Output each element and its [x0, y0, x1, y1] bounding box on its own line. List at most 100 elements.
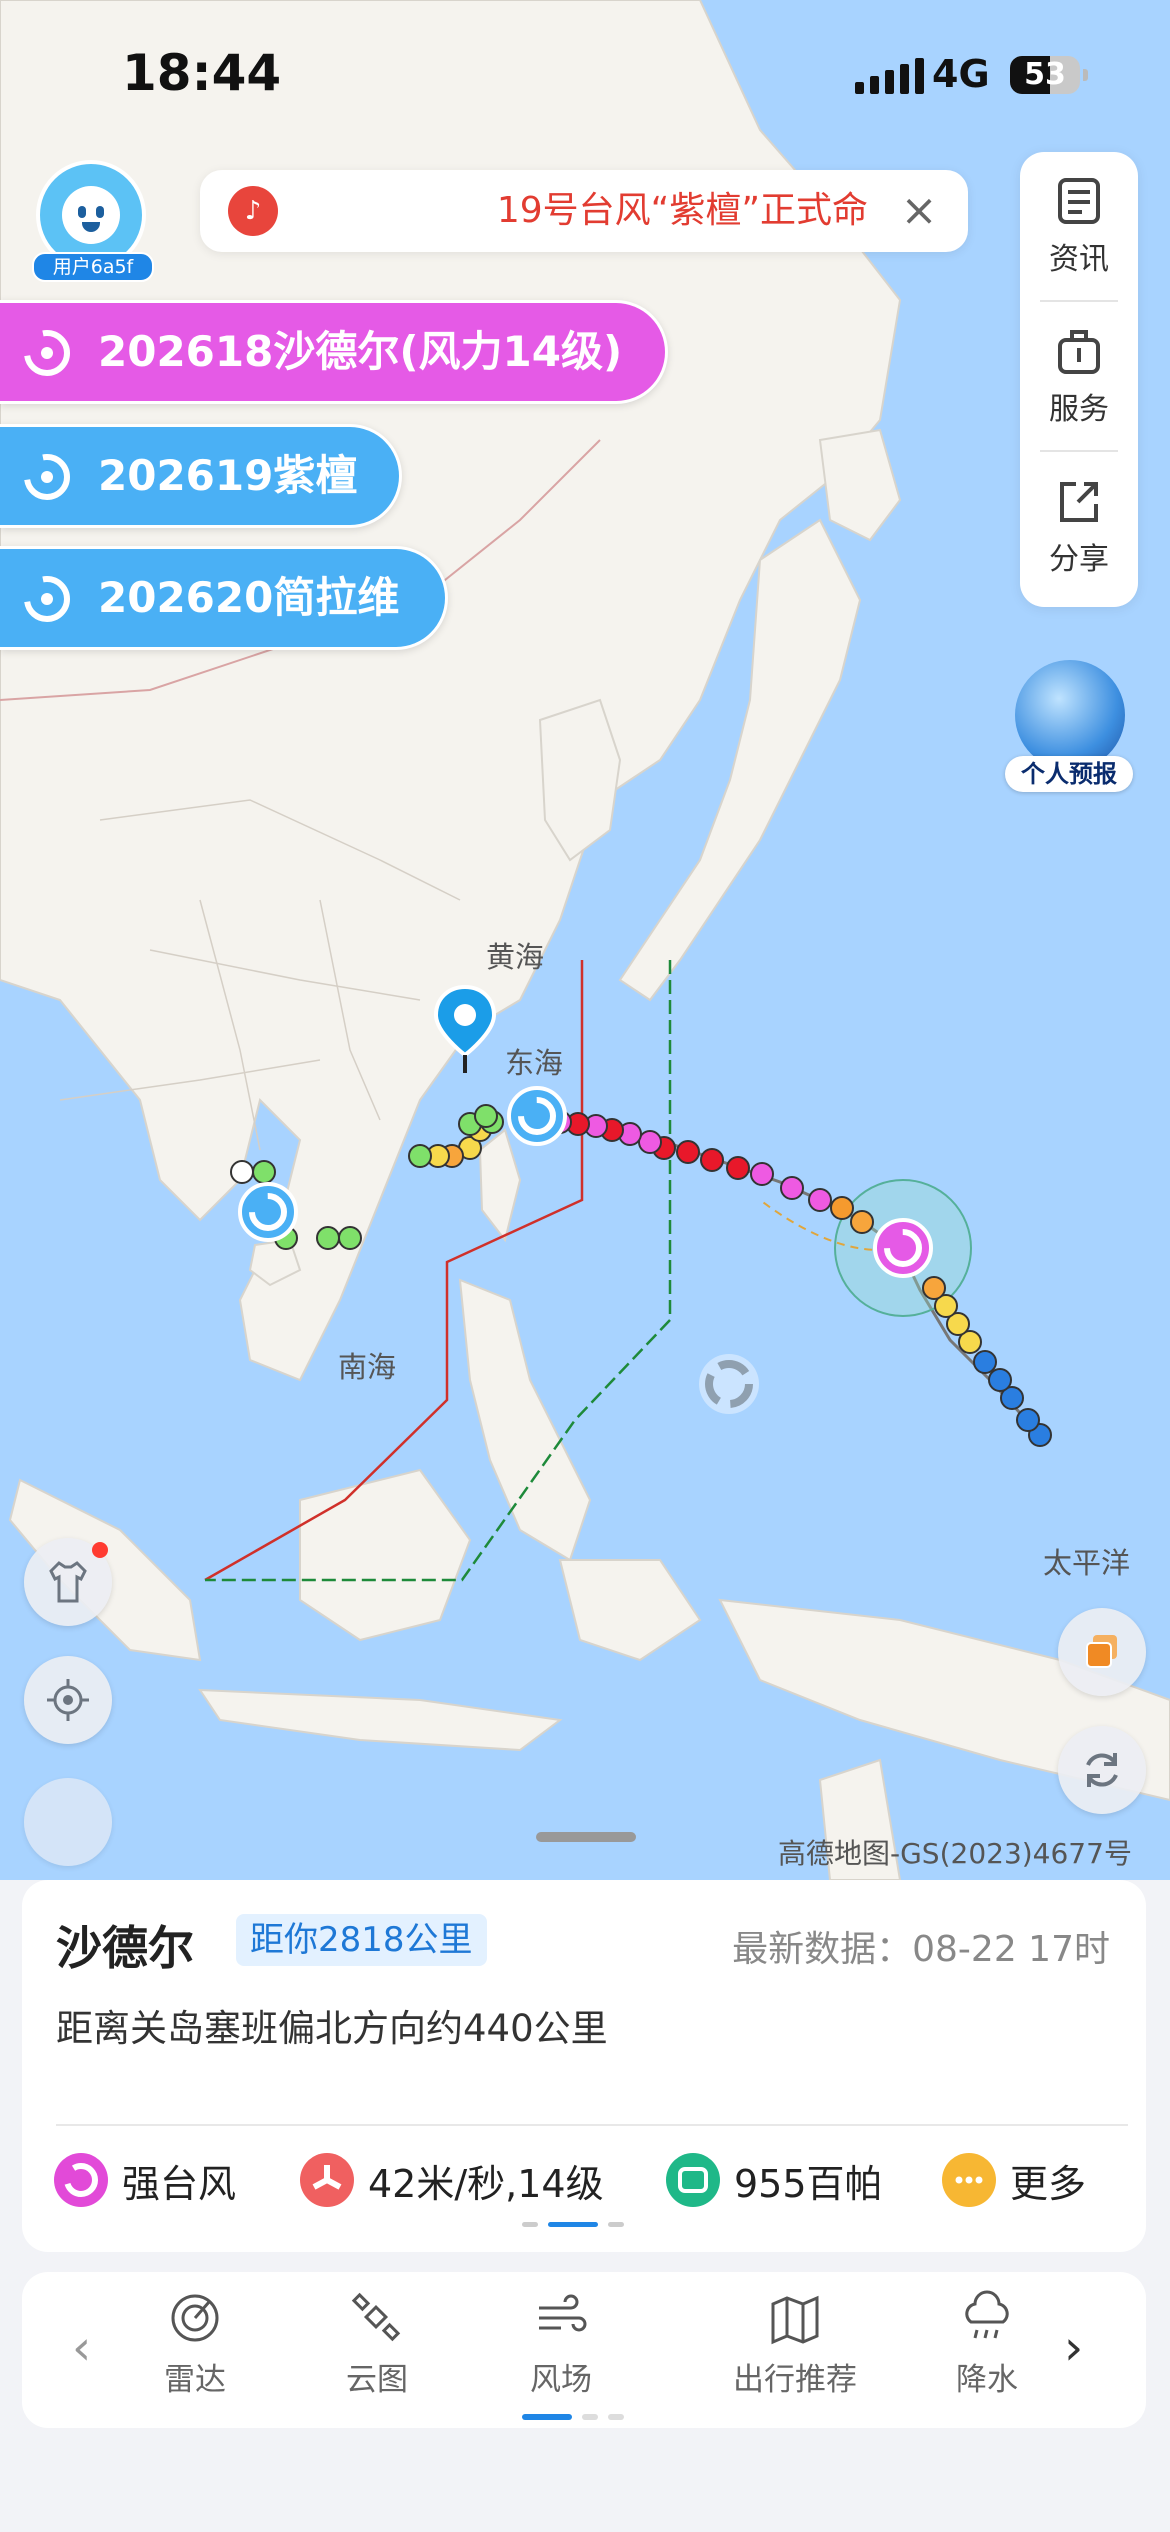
globe-icon: [1015, 660, 1125, 770]
typhoon-marker-shadel-icon[interactable]: [871, 1216, 935, 1280]
typhoon-item-jianlawei[interactable]: 202620简拉维: [0, 546, 448, 650]
track-point: [676, 1140, 700, 1164]
track-point: [316, 1226, 340, 1250]
stat-level: 强台风: [54, 2150, 236, 2210]
close-icon[interactable]: ×: [894, 186, 944, 236]
chevron-left-icon[interactable]: ‹: [72, 2320, 91, 2376]
track-point: [700, 1148, 724, 1172]
status-bar: 18:44 4G 53: [0, 0, 1170, 150]
tab-radar[interactable]: 雷达: [110, 2288, 280, 2399]
network-type: 4G: [932, 52, 990, 96]
map-route-icon: [771, 2295, 819, 2345]
refresh-button[interactable]: [1058, 1726, 1146, 1814]
sidebar-item-label: 服务: [1049, 392, 1109, 427]
typhoon-marker-zitan-icon[interactable]: [505, 1084, 569, 1148]
battery-tip: [1083, 69, 1088, 81]
share-icon: [1060, 482, 1098, 522]
map-label-yellow-sea: 黄海: [486, 940, 545, 974]
track-point: [408, 1144, 432, 1168]
stat-label: 955百帕: [734, 2161, 883, 2206]
typhoon-icon: [24, 330, 70, 376]
map-canvas: [0, 0, 1170, 1880]
typhoon-item-shadel[interactable]: 202618沙德尔(风力14级): [0, 300, 668, 404]
sidebar-item-service[interactable]: 服务: [1020, 302, 1138, 442]
pressure-icon: [666, 2153, 720, 2207]
layers-icon: [1086, 1635, 1117, 1668]
sidebar-item-news[interactable]: 资讯: [1020, 152, 1138, 292]
track-point: [1016, 1408, 1040, 1432]
track-point: [750, 1162, 774, 1186]
map-attribution: 高德地图-GS(2023)4677号: [778, 1837, 1132, 1870]
stat-label: 42米/秒,14级: [368, 2161, 604, 2206]
tab-label: 风场: [530, 2362, 592, 2398]
tab-label: 云图: [346, 2362, 408, 2398]
distance-badge: 距你2818公里: [236, 1914, 487, 1966]
track-point: [726, 1156, 750, 1180]
stat-wind: 42米/秒,14级: [300, 2150, 604, 2210]
stat-label: 强台风: [122, 2161, 237, 2206]
notice-bar[interactable]: ♪ 19号台风“紫檀”正式命 ×: [200, 170, 968, 252]
side-panel: 资讯 服务 分享: [1020, 152, 1138, 607]
location-pin-icon[interactable]: [434, 985, 496, 1075]
track-point: [338, 1226, 362, 1250]
stat-more[interactable]: 更多: [942, 2150, 1086, 2210]
typhoon-label: 202618沙德尔(风力14级): [98, 327, 623, 376]
map-label-pacific: 太平洋: [1043, 1546, 1131, 1580]
typhoon-label: 202620简拉维: [98, 573, 400, 622]
map-label-south-sea: 南海: [338, 1350, 397, 1384]
shirt-icon: [49, 1561, 87, 1603]
typhoon-level-icon: [54, 2153, 108, 2207]
wind-speed-icon: [300, 2153, 354, 2207]
sidebar-item-share[interactable]: 分享: [1020, 452, 1138, 592]
sidebar-item-label: 资讯: [1049, 242, 1109, 277]
locate-icon: [47, 1679, 89, 1721]
track-point: [780, 1176, 804, 1200]
divider: [56, 2124, 1128, 2126]
drag-handle[interactable]: [536, 1832, 636, 1842]
tab-label: 降水: [956, 2362, 1018, 2398]
layers-button[interactable]: [1058, 1608, 1146, 1696]
rain-icon: [965, 2290, 1009, 2339]
track-point: [808, 1188, 832, 1212]
tab-label: 出行推荐: [733, 2362, 857, 2398]
clock: 18:44: [122, 44, 282, 102]
location-description: 距离关岛塞班偏北方向约440公里: [56, 2007, 608, 2050]
stat-label: 更多: [1010, 2161, 1087, 2206]
typhoon-map[interactable]: [0, 0, 1170, 1880]
tab-label: 雷达: [164, 2362, 226, 2398]
tab-cloud[interactable]: 云图: [292, 2288, 462, 2399]
battery-icon: 53: [1010, 56, 1080, 94]
typhoon-marker-jianlawei-icon[interactable]: [236, 1180, 300, 1244]
typhoon-item-zitan[interactable]: 202619紫檀: [0, 424, 402, 528]
more-icon: [942, 2153, 996, 2207]
notice-text[interactable]: 19号台风“紫檀”正式命: [300, 170, 868, 252]
layer-placeholder-button[interactable]: [24, 1778, 112, 1866]
tropical-depression-icon[interactable]: [690, 1345, 768, 1423]
tab-rain[interactable]: 降水: [902, 2288, 1072, 2399]
news-icon: [1058, 178, 1100, 224]
radar-icon: [171, 2294, 219, 2342]
wind-field-icon: [539, 2294, 587, 2332]
map-label-east-sea: 东海: [505, 1046, 564, 1080]
battery-level: 53: [1024, 57, 1066, 92]
personal-forecast-button[interactable]: 个人预报: [1005, 660, 1133, 795]
signal-icon: [855, 58, 924, 94]
typhoon-label: 202619紫檀: [98, 451, 358, 500]
typhoon-icon: [24, 576, 70, 622]
satellite-icon: [351, 2292, 401, 2342]
function-tab-bar: ‹ 雷达 云图 风场 出行推荐 降水 ›: [22, 2272, 1146, 2428]
locate-button[interactable]: [24, 1656, 112, 1744]
track-point: [830, 1196, 854, 1220]
card-page-indicator: [522, 2222, 624, 2227]
tab-wind[interactable]: 风场: [476, 2288, 646, 2399]
sidebar-item-label: 分享: [1049, 542, 1109, 577]
tab-travel[interactable]: 出行推荐: [690, 2288, 900, 2399]
chevron-right-icon[interactable]: ›: [1064, 2320, 1083, 2376]
stat-pressure: 955百帕: [666, 2150, 883, 2210]
typhoon-detail-card[interactable]: 沙德尔 距你2818公里 最新数据：08-22 17时 距离关岛塞班偏北方向约4…: [22, 1880, 1146, 2252]
clothes-button[interactable]: [24, 1538, 112, 1626]
user-tag[interactable]: 用户6a5f: [32, 252, 154, 282]
notification-dot: [92, 1542, 108, 1558]
avatar-face-icon: [62, 186, 120, 244]
personal-forecast-label: 个人预报: [1005, 756, 1133, 792]
